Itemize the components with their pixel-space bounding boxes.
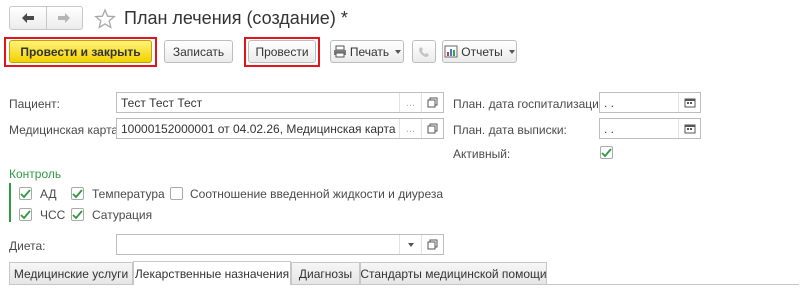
patient-label: Пациент: — [9, 97, 61, 111]
back-arrow-icon — [21, 13, 34, 23]
patient-value: Тест Тест Тест — [121, 95, 203, 110]
hosp-date-value: . . — [604, 95, 615, 110]
checkmark-icon — [72, 188, 83, 198]
checkbox-fluid-balance[interactable] — [170, 187, 183, 200]
page-title: План лечения (создание) * — [124, 8, 348, 28]
checkmark-icon — [72, 209, 83, 219]
patient-field[interactable]: Тест Тест Тест ... — [116, 92, 444, 113]
diet-field[interactable] — [116, 234, 444, 255]
tab-bar-line — [9, 284, 799, 285]
discharge-date-field[interactable]: . . — [599, 118, 701, 139]
checkbox-ad-label: АД — [40, 187, 57, 201]
checkbox-temperature[interactable] — [71, 187, 84, 200]
select-ellipsis-icon[interactable]: ... — [399, 119, 421, 138]
chevron-down-icon — [395, 49, 402, 54]
select-ellipsis-icon[interactable]: ... — [399, 93, 421, 112]
save-button[interactable]: Записать — [164, 40, 233, 63]
post-button[interactable]: Провести — [248, 40, 316, 63]
print-label: Печать — [349, 44, 390, 59]
calendar-icon[interactable] — [678, 93, 700, 112]
open-icon[interactable] — [421, 119, 443, 138]
post-and-close-button[interactable]: Провести и закрыть — [9, 40, 152, 63]
checkmark-icon — [20, 209, 31, 219]
control-group-title: Контроль — [9, 167, 62, 181]
diet-label: Диета: — [9, 239, 46, 253]
printer-icon — [333, 45, 346, 58]
navigation-buttons — [9, 6, 83, 30]
checkbox-hr-label: ЧСС — [40, 208, 66, 222]
forward-arrow-icon — [58, 13, 71, 23]
forward-button[interactable] — [45, 7, 83, 29]
hosp-date-label: План. дата госпитализации: — [453, 97, 609, 111]
tab-medical-services[interactable]: Медицинские услуги — [9, 262, 133, 284]
phone-icon — [419, 46, 429, 57]
chevron-down-icon — [508, 49, 515, 54]
print-button[interactable]: Печать — [330, 40, 404, 63]
checkbox-temperature-label: Температура — [92, 187, 165, 201]
open-icon[interactable] — [421, 235, 443, 254]
discharge-date-label: План. дата выписки: — [453, 123, 567, 137]
checkbox-fluid-balance-label: Соотношение введенной жидкости и диуреза — [190, 187, 444, 201]
calendar-icon[interactable] — [678, 119, 700, 138]
reports-label: Отчеты — [461, 44, 503, 59]
tab-diagnoses[interactable]: Диагнозы — [291, 262, 360, 284]
control-group-line — [9, 183, 11, 222]
checkmark-icon — [601, 147, 612, 157]
medcard-value: 10000152000001 от 04.02.26, Медицинская … — [121, 121, 399, 136]
open-icon[interactable] — [421, 93, 443, 112]
tab-drug-prescriptions[interactable]: Лекарственные назначения — [133, 261, 291, 285]
checkbox-saturation[interactable] — [71, 208, 84, 221]
dropdown-icon[interactable] — [399, 235, 421, 254]
discharge-date-value: . . — [604, 121, 615, 136]
checkbox-hr[interactable] — [19, 208, 32, 221]
phone-button[interactable] — [412, 40, 436, 63]
hosp-date-field[interactable]: . . — [599, 92, 701, 113]
checkmark-icon — [20, 188, 31, 198]
active-label: Активный: — [453, 147, 511, 161]
checkbox-saturation-label: Сатурация — [92, 208, 153, 222]
favorite-button[interactable] — [94, 8, 116, 30]
medcard-field[interactable]: 10000152000001 от 04.02.26, Медицинская … — [116, 118, 444, 139]
active-checkbox[interactable] — [600, 146, 613, 159]
checkbox-ad[interactable] — [19, 187, 32, 200]
back-button[interactable] — [10, 7, 46, 29]
reports-button[interactable]: Отчеты — [442, 40, 517, 63]
tab-care-standards[interactable]: Стандарты медицинской помощи — [360, 262, 547, 284]
reports-icon — [444, 45, 458, 58]
star-icon — [94, 8, 116, 29]
medcard-label: Медицинская карта: — [9, 123, 122, 137]
